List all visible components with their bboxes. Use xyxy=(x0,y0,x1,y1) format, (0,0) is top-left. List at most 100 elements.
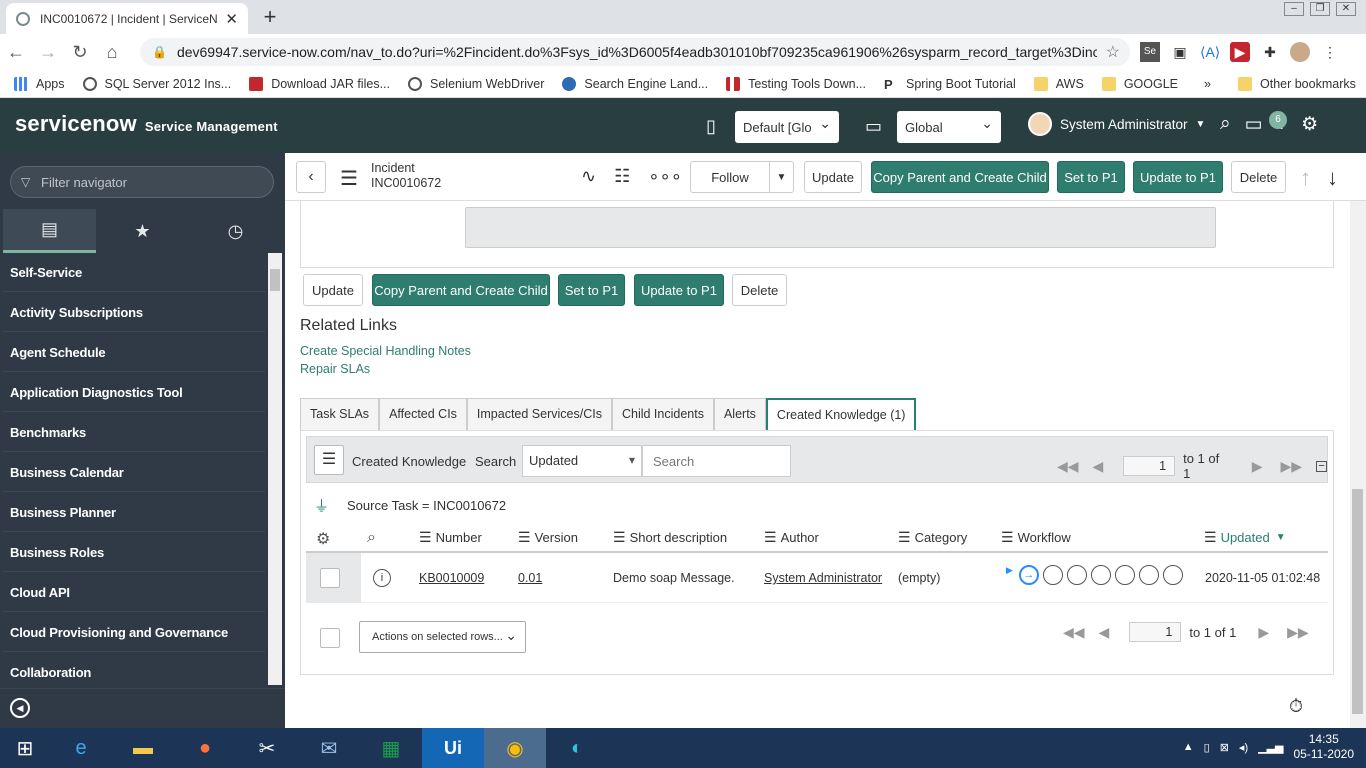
work-notes-field[interactable] xyxy=(465,207,1216,248)
clock[interactable]: 14:35 05-11-2020 xyxy=(1294,732,1355,762)
collapse-navigator-icon[interactable]: ◀ xyxy=(10,698,30,718)
previous-record-icon[interactable]: ↑ xyxy=(1300,165,1311,191)
row-checkbox[interactable] xyxy=(320,568,340,588)
update-to-p1-button[interactable]: Update to P1 xyxy=(1133,161,1223,193)
back-icon[interactable]: ← xyxy=(0,42,32,63)
nav-item[interactable]: Business Planner xyxy=(3,492,265,532)
page-number-input[interactable]: 1 xyxy=(1123,456,1176,476)
select-all-checkbox[interactable] xyxy=(320,628,340,648)
follow-button[interactable]: Follow xyxy=(690,161,770,193)
back-button[interactable]: ‹ xyxy=(296,161,326,193)
copy-parent-create-child-button-bottom[interactable]: Copy Parent and Create Child xyxy=(372,274,550,306)
excel-icon[interactable]: ▦ xyxy=(360,728,422,768)
profile-icon[interactable] xyxy=(1290,42,1310,62)
nav-item[interactable]: Activity Subscriptions xyxy=(3,292,265,332)
column-menu-icon[interactable]: ☰ xyxy=(898,529,911,546)
last-page-icon[interactable]: ▶▶ xyxy=(1281,458,1303,475)
tab-child-incidents[interactable]: Child Incidents xyxy=(611,398,714,430)
nav-item[interactable]: Benchmarks xyxy=(3,412,265,452)
actions-select[interactable]: Actions on selected rows... xyxy=(359,621,526,653)
copy-parent-create-child-button[interactable]: Copy Parent and Create Child xyxy=(871,161,1049,193)
bookmark-google[interactable]: GOOGLE xyxy=(1101,76,1178,91)
filter-icon[interactable]: ⏚ xyxy=(314,495,329,516)
author-link[interactable]: System Administrator xyxy=(764,571,882,585)
url-bar[interactable]: 🔒 dev69947.service-now.com/nav_to.do?uri… xyxy=(140,38,1130,66)
windows-start-icon[interactable]: ⊞ xyxy=(0,728,50,768)
bookmark-sql-server[interactable]: SQL Server 2012 Ins... xyxy=(82,76,231,91)
sidebar-scrollbar[interactable] xyxy=(268,253,282,685)
nav-item[interactable]: Business Roles xyxy=(3,532,265,572)
volume-icon[interactable]: ◂) xyxy=(1239,741,1248,754)
restore-icon[interactable]: ❐ xyxy=(1310,2,1330,16)
close-tab-icon[interactable]: ✕ xyxy=(225,10,238,28)
more-options-icon[interactable]: ∘∘∘ xyxy=(648,166,682,187)
home-icon[interactable]: ⌂ xyxy=(96,42,128,63)
search-icon[interactable]: ⌕ xyxy=(367,529,376,547)
info-icon[interactable]: i xyxy=(373,569,391,587)
update-set-select[interactable]: Default [Glo xyxy=(735,111,839,143)
other-bookmarks[interactable]: Other bookmarks xyxy=(1238,76,1356,91)
list-menu-icon[interactable]: ☰ xyxy=(314,445,344,475)
close-window-icon[interactable]: ✕ xyxy=(1336,2,1356,16)
browser-tab[interactable]: INC0010672 | Incident | ServiceN ✕ xyxy=(6,3,248,34)
forward-icon[interactable]: → xyxy=(32,42,64,63)
next-page-icon[interactable]: ▶ xyxy=(1252,458,1263,475)
nav-item[interactable]: Agent Schedule xyxy=(3,332,265,372)
bookmark-testing-tools[interactable]: Testing Tools Down... xyxy=(726,76,866,91)
favorites-tab[interactable]: ★ xyxy=(96,209,189,253)
last-page-icon[interactable]: ▶▶ xyxy=(1287,624,1309,641)
uipath-icon[interactable]: Ui xyxy=(422,728,484,768)
chrome-icon[interactable]: ◉ xyxy=(484,728,546,768)
filter-navigator-input[interactable]: ▽ Filter navigator xyxy=(10,166,274,198)
bookmark-star-icon[interactable]: ☆ xyxy=(1106,42,1120,62)
column-menu-icon[interactable]: ☰ xyxy=(419,529,432,546)
bookmark-selenium[interactable]: Selenium WebDriver xyxy=(408,76,544,91)
mail-icon[interactable]: ✉ xyxy=(298,728,360,768)
column-category[interactable]: ☰ Category xyxy=(898,529,967,546)
nav-item[interactable]: Collaboration xyxy=(3,652,265,685)
network-disconnected-icon[interactable]: ⊠ xyxy=(1220,741,1229,754)
next-page-icon[interactable]: ▶ xyxy=(1258,624,1269,641)
search-field-select[interactable]: Updated xyxy=(522,445,642,477)
page-scrollbar[interactable] xyxy=(1350,201,1366,728)
delete-button[interactable]: Delete xyxy=(1231,161,1286,193)
reload-icon[interactable]: ↻ xyxy=(64,42,96,63)
scope-select[interactable]: Global xyxy=(897,111,1001,143)
delete-button-bottom[interactable]: Delete xyxy=(732,274,787,306)
column-menu-icon[interactable]: ☰ xyxy=(1001,529,1014,546)
scope-icon[interactable]: ▭ xyxy=(865,116,882,137)
version-link[interactable]: 0.01 xyxy=(518,571,542,585)
filter-condition[interactable]: Source Task = INC0010672 xyxy=(347,498,506,513)
first-page-icon[interactable]: ◀◀ xyxy=(1063,624,1085,641)
activity-icon[interactable]: ∿ xyxy=(581,166,596,187)
tab-created-knowledge[interactable]: Created Knowledge (1) xyxy=(765,398,917,430)
signal-icon[interactable]: ▁▃▅ xyxy=(1258,741,1283,754)
nav-item[interactable]: Business Calendar xyxy=(3,452,265,492)
set-to-p1-button[interactable]: Set to P1 xyxy=(1057,161,1125,193)
update-button-bottom[interactable]: Update xyxy=(303,274,363,306)
chevron-up-icon[interactable]: ▲ xyxy=(1183,741,1194,753)
snipping-tool-icon[interactable]: ✂ xyxy=(236,728,298,768)
bookmark-spring-boot[interactable]: P Spring Boot Tutorial xyxy=(884,77,1016,92)
more-bookmarks-icon[interactable]: » xyxy=(1204,77,1211,91)
update-to-p1-button-bottom[interactable]: Update to P1 xyxy=(634,274,724,306)
tab-affected-cis[interactable]: Affected CIs xyxy=(379,398,467,430)
edge-icon[interactable]: ◐ xyxy=(546,728,608,768)
column-workflow[interactable]: ☰ Workflow xyxy=(1001,529,1071,546)
column-menu-icon[interactable]: ☰ xyxy=(613,529,626,546)
list-search-input[interactable]: Search xyxy=(642,445,791,477)
cube-ext-icon[interactable]: ▣ xyxy=(1170,42,1190,62)
internet-explorer-icon[interactable]: e xyxy=(50,728,112,768)
chat-icon[interactable]: ▭ xyxy=(1245,113,1263,136)
follow-dropdown-button[interactable]: ▼ xyxy=(769,161,794,193)
tab-impacted-services[interactable]: Impacted Services/CIs xyxy=(466,398,612,430)
nav-item[interactable]: Cloud Provisioning and Governance xyxy=(3,612,265,652)
tab-task-slas[interactable]: Task SLAs xyxy=(300,398,380,430)
gear-icon[interactable]: ⚙ xyxy=(1301,113,1318,136)
all-apps-tab[interactable]: ▤ xyxy=(3,209,96,253)
puzzle-ext-icon[interactable]: ✚ xyxy=(1260,42,1280,62)
column-number[interactable]: ☰ Number xyxy=(419,529,482,546)
search-icon[interactable]: ⌕ xyxy=(1220,113,1231,136)
bookmark-aws[interactable]: AWS xyxy=(1033,76,1084,91)
bookmark-apps[interactable]: Apps xyxy=(14,76,65,91)
